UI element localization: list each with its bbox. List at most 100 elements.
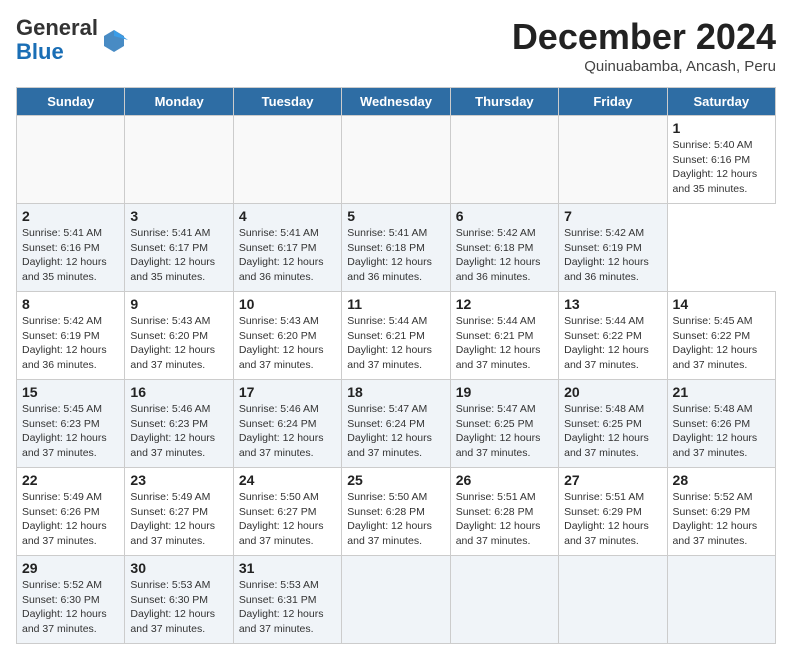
table-row (125, 116, 233, 204)
day-info: Sunrise: 5:51 AM Sunset: 6:29 PM Dayligh… (564, 490, 661, 549)
logo-icon (100, 26, 128, 54)
day-number: 2 (22, 208, 119, 224)
table-row: 6 Sunrise: 5:42 AM Sunset: 6:18 PM Daylig… (450, 204, 558, 292)
table-row (559, 556, 667, 644)
calendar-week-2: 2Sunrise: 5:41 AM Sunset: 6:16 PM Daylig… (17, 204, 776, 292)
table-row: 21 Sunrise: 5:48 AM Sunset: 6:26 PM Dayli… (667, 380, 775, 468)
day-info: Sunrise: 5:47 AM Sunset: 6:25 PM Dayligh… (456, 402, 553, 461)
day-number: 15 (22, 384, 119, 400)
table-row: 30 Sunrise: 5:53 AM Sunset: 6:30 PM Dayli… (125, 556, 233, 644)
table-row: 7Sunrise: 5:42 AM Sunset: 6:19 PM Daylig… (559, 204, 667, 292)
day-number: 10 (239, 296, 336, 312)
day-info: Sunrise: 5:40 AM Sunset: 6:16 PM Dayligh… (673, 138, 770, 197)
table-row: 1 Sunrise: 5:40 AM Sunset: 6:16 PM Daylig… (667, 116, 775, 204)
day-info: Sunrise: 5:51 AM Sunset: 6:28 PM Dayligh… (456, 490, 553, 549)
table-row: 5Sunrise: 5:41 AM Sunset: 6:18 PM Daylig… (342, 204, 450, 292)
table-row (17, 116, 125, 204)
col-thursday: Thursday (450, 88, 558, 116)
day-info: Sunrise: 5:46 AM Sunset: 6:24 PM Dayligh… (239, 402, 336, 461)
day-number: 8 (22, 296, 119, 312)
table-row: 13Sunrise: 5:44 AM Sunset: 6:22 PM Dayli… (559, 292, 667, 380)
day-info: Sunrise: 5:42 AM Sunset: 6:18 PM Dayligh… (456, 226, 553, 285)
table-row (667, 556, 775, 644)
day-info: Sunrise: 5:41 AM Sunset: 6:18 PM Dayligh… (347, 226, 444, 285)
calendar-week-6: 29 Sunrise: 5:52 AM Sunset: 6:30 PM Dayli… (17, 556, 776, 644)
logo-blue: Blue (16, 39, 64, 64)
calendar-header: Sunday Monday Tuesday Wednesday Thursday… (17, 88, 776, 116)
day-number: 6 (456, 208, 553, 224)
table-row: 10 Sunrise: 5:43 AM Sunset: 6:20 PM Dayli… (233, 292, 341, 380)
table-row: 9 Sunrise: 5:43 AM Sunset: 6:20 PM Daylig… (125, 292, 233, 380)
day-info: Sunrise: 5:50 AM Sunset: 6:27 PM Dayligh… (239, 490, 336, 549)
table-row: 19 Sunrise: 5:47 AM Sunset: 6:25 PM Dayli… (450, 380, 558, 468)
day-number: 7 (564, 208, 661, 224)
day-info: Sunrise: 5:48 AM Sunset: 6:26 PM Dayligh… (673, 402, 770, 461)
day-info: Sunrise: 5:50 AM Sunset: 6:28 PM Dayligh… (347, 490, 444, 549)
table-row: 16 Sunrise: 5:46 AM Sunset: 6:23 PM Dayli… (125, 380, 233, 468)
table-row: 26 Sunrise: 5:51 AM Sunset: 6:28 PM Dayli… (450, 468, 558, 556)
table-row: 31 Sunrise: 5:53 AM Sunset: 6:31 PM Dayli… (233, 556, 341, 644)
table-row: 20Sunrise: 5:48 AM Sunset: 6:25 PM Dayli… (559, 380, 667, 468)
day-number: 16 (130, 384, 227, 400)
table-row: 3 Sunrise: 5:41 AM Sunset: 6:17 PM Daylig… (125, 204, 233, 292)
logo: General Blue (16, 16, 128, 64)
day-info: Sunrise: 5:53 AM Sunset: 6:30 PM Dayligh… (130, 578, 227, 637)
table-row: 18Sunrise: 5:47 AM Sunset: 6:24 PM Dayli… (342, 380, 450, 468)
day-number: 22 (22, 472, 119, 488)
page-header: General Blue December 2024 Quinuabamba, … (16, 16, 776, 75)
col-wednesday: Wednesday (342, 88, 450, 116)
day-number: 31 (239, 560, 336, 576)
table-row (233, 116, 341, 204)
table-row: 29 Sunrise: 5:52 AM Sunset: 6:30 PM Dayli… (17, 556, 125, 644)
table-row: 24Sunrise: 5:50 AM Sunset: 6:27 PM Dayli… (233, 468, 341, 556)
logo-general: General (16, 15, 98, 40)
calendar-week-4: 15 Sunrise: 5:45 AM Sunset: 6:23 PM Dayli… (17, 380, 776, 468)
table-row: 2Sunrise: 5:41 AM Sunset: 6:16 PM Daylig… (17, 204, 125, 292)
day-info: Sunrise: 5:44 AM Sunset: 6:21 PM Dayligh… (347, 314, 444, 373)
table-row: 23Sunrise: 5:49 AM Sunset: 6:27 PM Dayli… (125, 468, 233, 556)
day-number: 14 (673, 296, 770, 312)
table-row: 12Sunrise: 5:44 AM Sunset: 6:21 PM Dayli… (450, 292, 558, 380)
day-info: Sunrise: 5:43 AM Sunset: 6:20 PM Dayligh… (130, 314, 227, 373)
day-number: 3 (130, 208, 227, 224)
table-row (342, 556, 450, 644)
table-row: 27Sunrise: 5:51 AM Sunset: 6:29 PM Dayli… (559, 468, 667, 556)
day-info: Sunrise: 5:46 AM Sunset: 6:23 PM Dayligh… (130, 402, 227, 461)
day-number: 26 (456, 472, 553, 488)
day-info: Sunrise: 5:45 AM Sunset: 6:22 PM Dayligh… (673, 314, 770, 373)
day-info: Sunrise: 5:49 AM Sunset: 6:26 PM Dayligh… (22, 490, 119, 549)
day-info: Sunrise: 5:49 AM Sunset: 6:27 PM Dayligh… (130, 490, 227, 549)
day-info: Sunrise: 5:52 AM Sunset: 6:30 PM Dayligh… (22, 578, 119, 637)
table-row: 8 Sunrise: 5:42 AM Sunset: 6:19 PM Daylig… (17, 292, 125, 380)
day-info: Sunrise: 5:42 AM Sunset: 6:19 PM Dayligh… (22, 314, 119, 373)
table-row: 11 Sunrise: 5:44 AM Sunset: 6:21 PM Dayli… (342, 292, 450, 380)
day-number: 25 (347, 472, 444, 488)
col-monday: Monday (125, 88, 233, 116)
day-info: Sunrise: 5:45 AM Sunset: 6:23 PM Dayligh… (22, 402, 119, 461)
day-info: Sunrise: 5:48 AM Sunset: 6:25 PM Dayligh… (564, 402, 661, 461)
calendar-week-5: 22 Sunrise: 5:49 AM Sunset: 6:26 PM Dayli… (17, 468, 776, 556)
day-info: Sunrise: 5:53 AM Sunset: 6:31 PM Dayligh… (239, 578, 336, 637)
day-info: Sunrise: 5:41 AM Sunset: 6:17 PM Dayligh… (130, 226, 227, 285)
day-number: 29 (22, 560, 119, 576)
day-info: Sunrise: 5:41 AM Sunset: 6:17 PM Dayligh… (239, 226, 336, 285)
day-number: 11 (347, 296, 444, 312)
day-number: 9 (130, 296, 227, 312)
day-number: 21 (673, 384, 770, 400)
col-tuesday: Tuesday (233, 88, 341, 116)
table-row: 15 Sunrise: 5:45 AM Sunset: 6:23 PM Dayli… (17, 380, 125, 468)
day-info: Sunrise: 5:47 AM Sunset: 6:24 PM Dayligh… (347, 402, 444, 461)
table-row (450, 556, 558, 644)
header-row: Sunday Monday Tuesday Wednesday Thursday… (17, 88, 776, 116)
title-block: December 2024 Quinuabamba, Ancash, Peru (512, 16, 776, 75)
day-number: 30 (130, 560, 227, 576)
calendar-week-1: 1 Sunrise: 5:40 AM Sunset: 6:16 PM Daylig… (17, 116, 776, 204)
day-info: Sunrise: 5:52 AM Sunset: 6:29 PM Dayligh… (673, 490, 770, 549)
day-number: 28 (673, 472, 770, 488)
day-number: 1 (673, 120, 770, 136)
day-number: 19 (456, 384, 553, 400)
day-info: Sunrise: 5:43 AM Sunset: 6:20 PM Dayligh… (239, 314, 336, 373)
table-row: 22 Sunrise: 5:49 AM Sunset: 6:26 PM Dayli… (17, 468, 125, 556)
day-info: Sunrise: 5:44 AM Sunset: 6:22 PM Dayligh… (564, 314, 661, 373)
table-row (450, 116, 558, 204)
